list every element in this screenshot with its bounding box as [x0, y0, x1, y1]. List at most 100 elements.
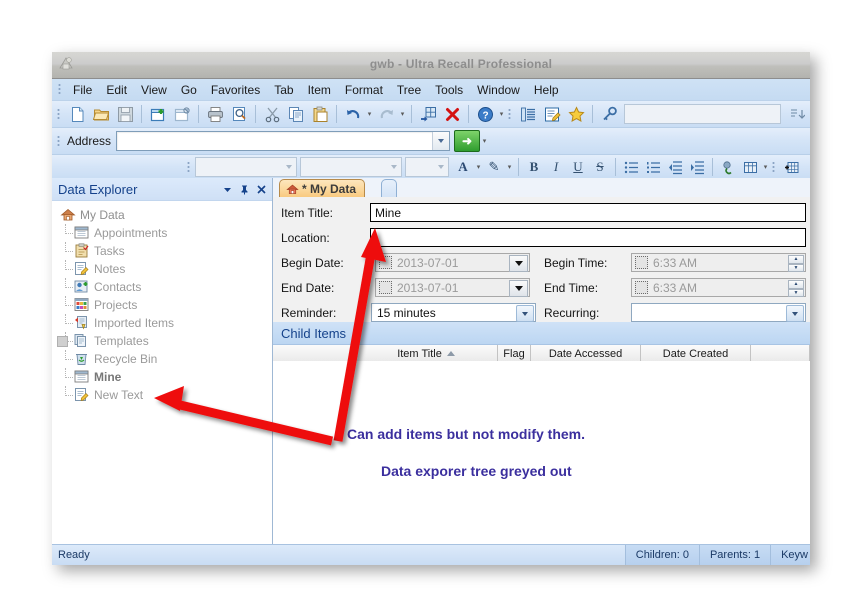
arrange-icon[interactable]	[416, 102, 440, 126]
menu-gripper[interactable]	[58, 83, 61, 96]
favorite-star-icon[interactable]	[564, 102, 588, 126]
address-gripper[interactable]	[57, 134, 60, 148]
decrease-indent-icon[interactable]	[664, 156, 686, 178]
cut-icon[interactable]	[260, 102, 284, 126]
column-header-date-created[interactable]: Date Created	[641, 345, 751, 362]
address-box[interactable]	[116, 131, 451, 151]
format2-gripper[interactable]	[772, 160, 775, 174]
column-header-date-accessed[interactable]: Date Accessed	[531, 345, 641, 362]
recurring-dropdown-icon[interactable]	[786, 305, 804, 322]
italic-icon[interactable]: I	[545, 156, 567, 178]
go-button[interactable]: ➜	[454, 130, 481, 152]
tree-item-my-data[interactable]: My Data	[58, 206, 272, 224]
new-document-icon[interactable]	[65, 102, 89, 126]
close-panel-icon[interactable]	[254, 182, 268, 196]
column-header-blank-right[interactable]	[751, 345, 810, 362]
format-overflow-icon[interactable]: ▾	[761, 156, 770, 178]
menu-view[interactable]: View	[134, 81, 174, 99]
address-dropdown-button[interactable]	[432, 132, 450, 150]
highlight-color-dropdown-icon[interactable]: ▾	[505, 156, 514, 178]
insert-link-icon[interactable]	[717, 156, 739, 178]
undo-icon[interactable]	[341, 102, 365, 126]
end-time-spinner[interactable]: ▲ ▼	[788, 280, 804, 297]
font-family-select[interactable]	[195, 157, 297, 177]
font-color-dropdown-icon[interactable]: ▾	[474, 156, 483, 178]
font-color-icon[interactable]: A	[452, 156, 474, 178]
reminder-select[interactable]: 15 minutes	[371, 303, 536, 322]
highlight-color-icon[interactable]: ✎	[483, 156, 505, 178]
copy-icon[interactable]	[284, 102, 308, 126]
data-explorer-tree[interactable]: My Data Appointments Tasks Notes Contact…	[52, 201, 272, 404]
menu-help[interactable]: Help	[527, 81, 566, 99]
insert-table-icon[interactable]	[739, 156, 761, 178]
delete-icon[interactable]	[440, 102, 464, 126]
strikethrough-icon[interactable]: S	[589, 156, 611, 178]
begin-time-spinner[interactable]: ▲ ▼	[788, 255, 804, 272]
menu-window[interactable]: Window	[470, 81, 527, 99]
item-title-input[interactable]: Mine	[370, 203, 806, 222]
tree-item-appointments[interactable]: Appointments	[58, 224, 272, 242]
begin-date-picker[interactable]: 2013-07-01	[375, 253, 530, 272]
menu-tools[interactable]: Tools	[428, 81, 470, 99]
menu-item[interactable]: Item	[301, 81, 338, 99]
tree-item-imported-items[interactable]: Imported Items	[58, 314, 272, 332]
open-folder-icon[interactable]	[89, 102, 113, 126]
pin-icon[interactable]	[237, 182, 251, 196]
tree-expander-icon[interactable]	[57, 336, 68, 347]
end-date-dropdown-icon[interactable]	[509, 280, 528, 297]
tree-item-notes[interactable]: Notes	[58, 260, 272, 278]
begin-time-checkbox[interactable]	[635, 256, 648, 269]
new-child-item-icon[interactable]	[170, 102, 194, 126]
find-prev-icon[interactable]	[784, 102, 808, 126]
menu-edit[interactable]: Edit	[99, 81, 134, 99]
menu-tab[interactable]: Tab	[267, 81, 300, 99]
toolbar-search-box[interactable]	[624, 104, 781, 124]
outline-icon[interactable]	[516, 102, 540, 126]
tree-item-templates[interactable]: Templates	[57, 332, 272, 350]
begin-date-dropdown-icon[interactable]	[509, 255, 528, 272]
underline-icon[interactable]: U	[567, 156, 589, 178]
tab-my-data[interactable]: * My Data	[279, 179, 366, 198]
reminder-dropdown-icon[interactable]	[516, 305, 534, 322]
format-gripper[interactable]	[187, 160, 190, 174]
tree-item-recycle-bin[interactable]: Recycle Bin	[58, 350, 272, 368]
menu-favorites[interactable]: Favorites	[204, 81, 267, 99]
undo-dropdown-icon[interactable]: ▾	[365, 103, 374, 125]
bullet-list-icon[interactable]	[620, 156, 642, 178]
tree-item-tasks[interactable]: Tasks	[58, 242, 272, 260]
search-key-icon[interactable]	[597, 102, 621, 126]
child-items-list[interactable]	[273, 361, 810, 545]
paste-icon[interactable]	[308, 102, 332, 126]
tree-item-contacts[interactable]: Contacts	[58, 278, 272, 296]
begin-date-checkbox[interactable]	[379, 256, 392, 269]
location-input[interactable]	[370, 228, 806, 247]
tree-item-mine[interactable]: Mine	[58, 368, 272, 386]
bold-icon[interactable]: B	[523, 156, 545, 178]
tree-item-new-text[interactable]: New Text	[58, 386, 272, 404]
end-date-checkbox[interactable]	[379, 281, 392, 294]
end-date-picker[interactable]: 2013-07-01	[375, 278, 530, 297]
font-size-select[interactable]	[300, 157, 402, 177]
font-style-select[interactable]	[405, 157, 449, 177]
tab-new[interactable]	[381, 179, 397, 198]
menu-format[interactable]: Format	[338, 81, 390, 99]
menu-file[interactable]: File	[66, 81, 99, 99]
print-icon[interactable]	[203, 102, 227, 126]
address-input[interactable]	[117, 132, 433, 150]
numbered-list-icon[interactable]	[642, 156, 664, 178]
edit-note-icon[interactable]	[540, 102, 564, 126]
begin-time-picker[interactable]: 6:33 AM ▲ ▼	[631, 253, 806, 272]
toolbar2-gripper[interactable]	[508, 107, 511, 121]
find-next-icon[interactable]	[808, 102, 810, 126]
end-time-checkbox[interactable]	[635, 281, 648, 294]
column-header-item-title[interactable]: Item Title	[355, 345, 498, 362]
tree-item-projects[interactable]: Projects	[58, 296, 272, 314]
save-icon[interactable]	[113, 102, 137, 126]
menu-go[interactable]: Go	[174, 81, 204, 99]
panel-menu-icon[interactable]	[220, 182, 234, 196]
address-overflow-icon[interactable]: ▾	[480, 130, 489, 152]
redo-dropdown-icon[interactable]: ▾	[398, 103, 407, 125]
column-header-blank-left[interactable]	[273, 345, 355, 362]
increase-indent-icon[interactable]	[686, 156, 708, 178]
end-time-picker[interactable]: 6:33 AM ▲ ▼	[631, 278, 806, 297]
